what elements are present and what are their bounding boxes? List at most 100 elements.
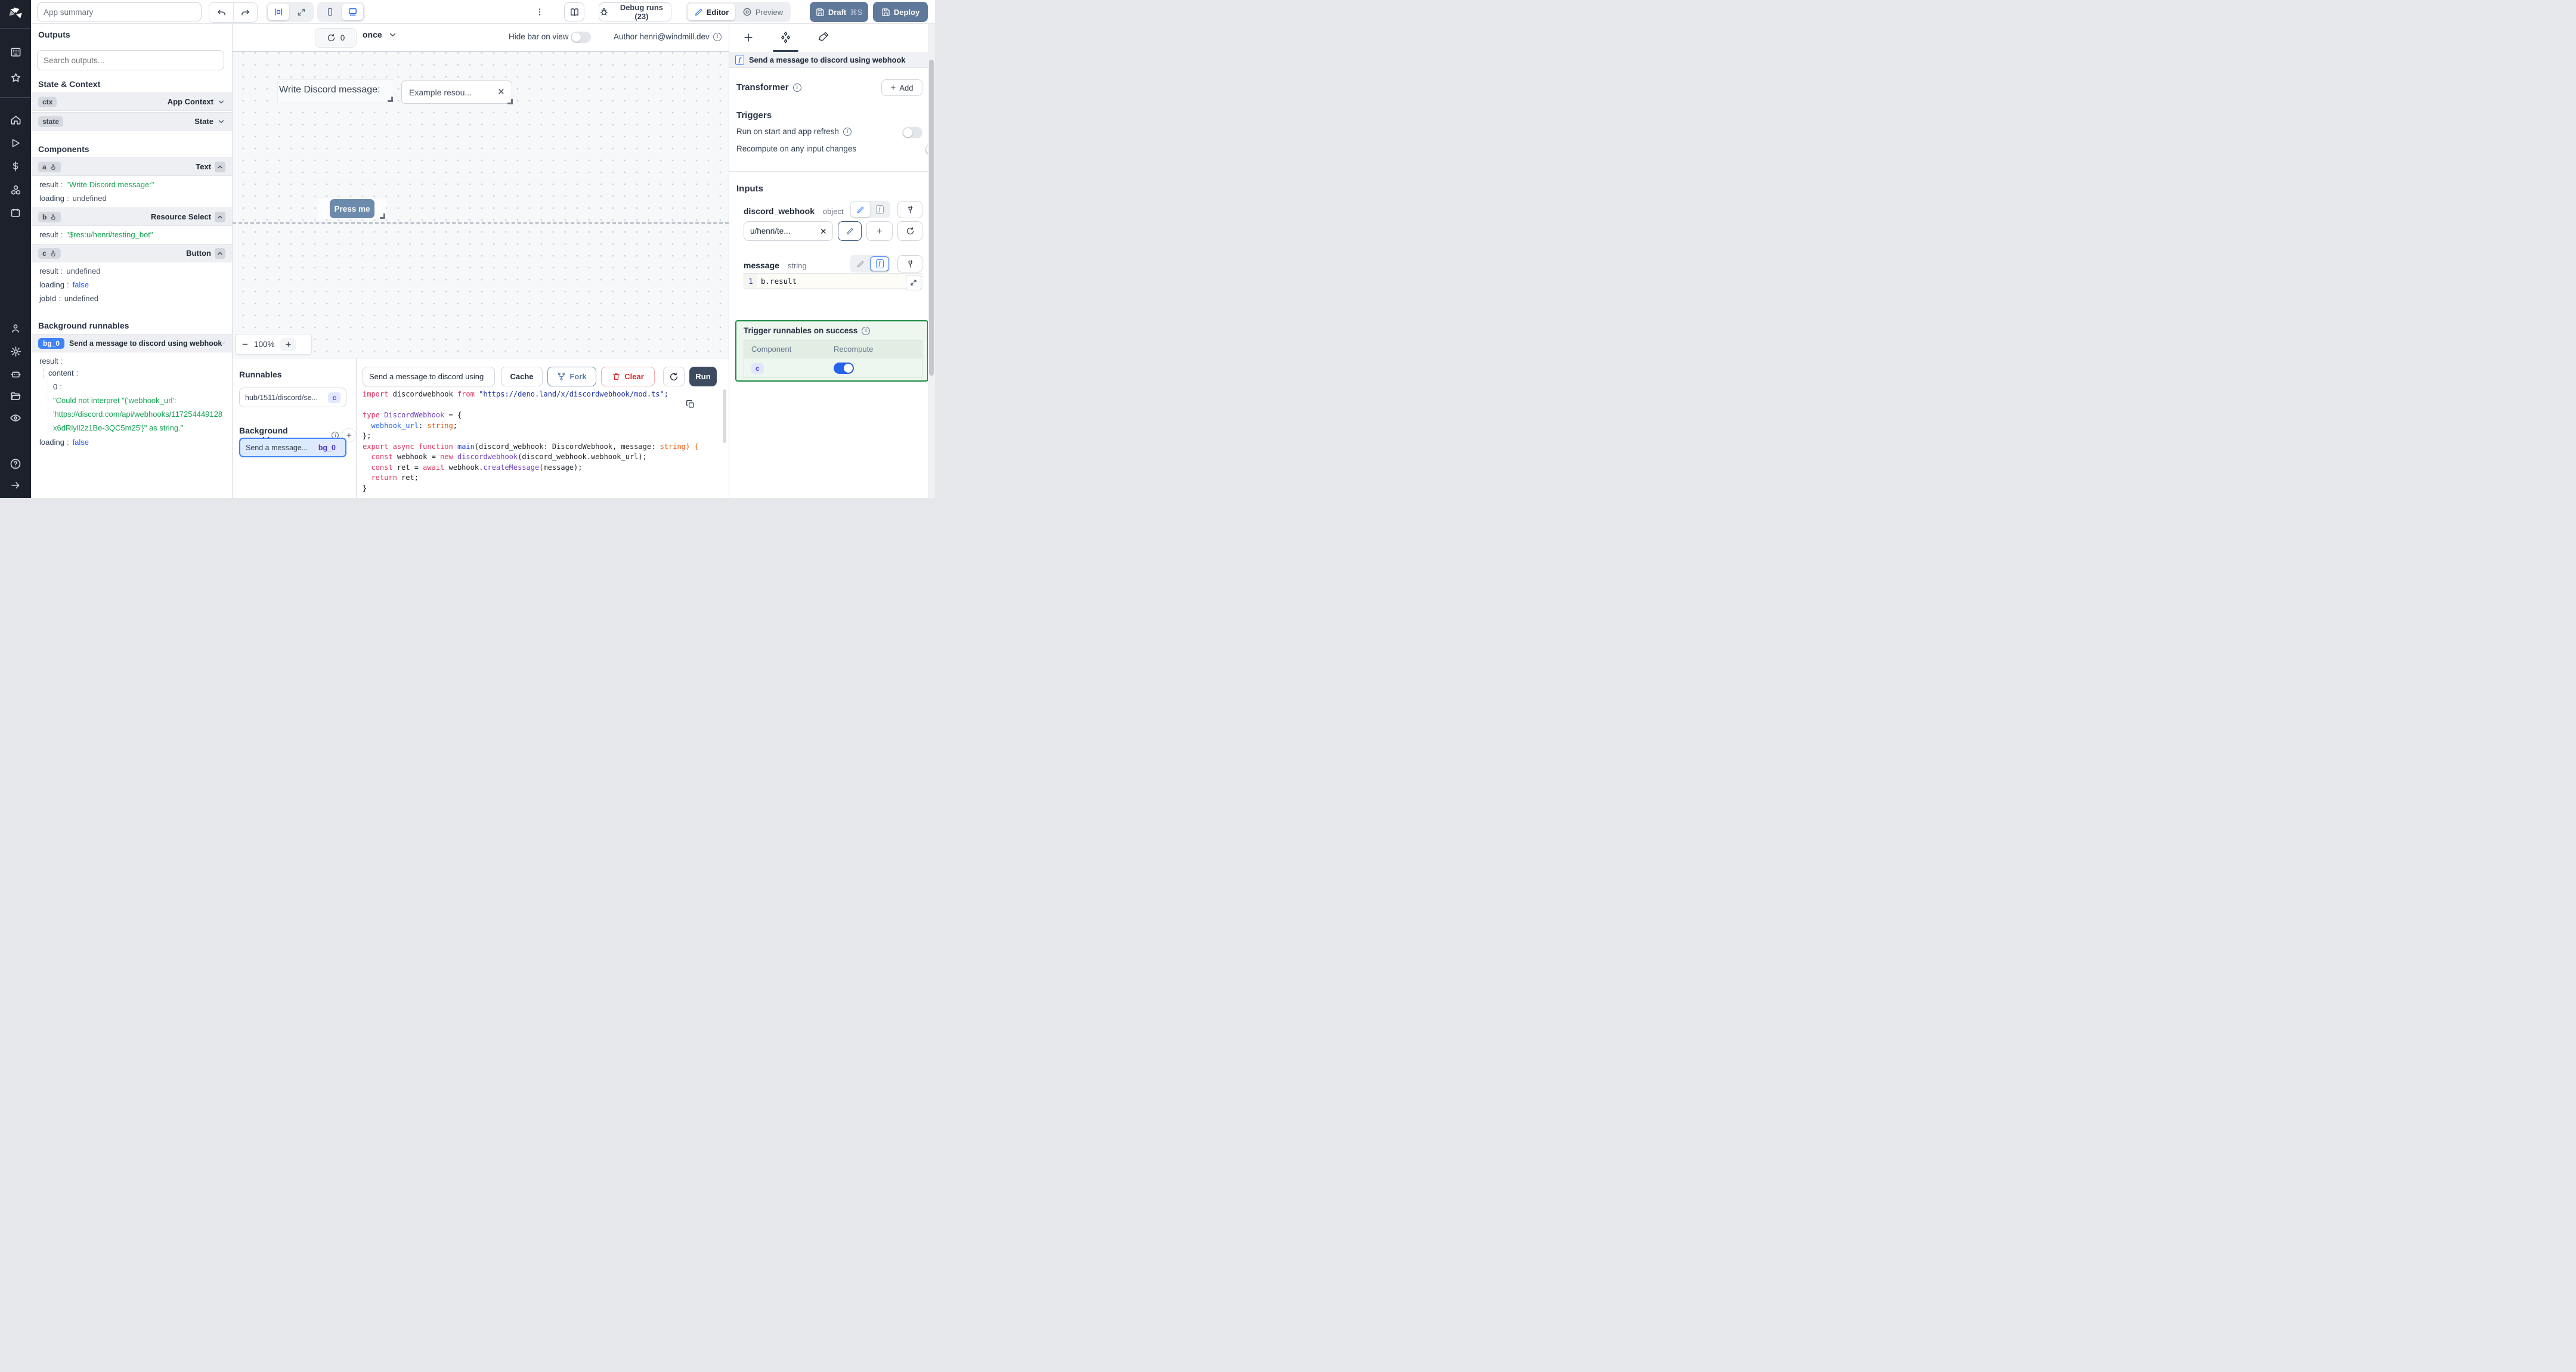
refresh-icon [906, 227, 914, 235]
text-component[interactable]: Write Discord message: [277, 79, 394, 103]
desktop-view-button[interactable] [342, 4, 363, 20]
component-row-b[interactable]: b Resource Select [31, 207, 232, 226]
static-mode-button[interactable] [851, 256, 870, 271]
script-name-input[interactable] [363, 367, 495, 386]
tab-editor[interactable]: Editor [688, 4, 735, 20]
expr-value: b.result [757, 274, 922, 288]
component-row-a[interactable]: a Text [31, 157, 232, 176]
code-scrollbar[interactable] [723, 389, 726, 443]
hide-bar-toggle[interactable] [571, 32, 591, 43]
sidebar-item-users[interactable] [0, 318, 31, 339]
bg-runnable-item-selected[interactable]: Send a message... bg_0 [239, 438, 346, 457]
sidebar-item-resources[interactable] [0, 179, 31, 200]
col-recompute: Recompute [834, 345, 874, 354]
component-row-c[interactable]: c Button [31, 244, 232, 262]
pencil-icon[interactable] [222, 340, 225, 346]
center-layout-button[interactable] [268, 4, 289, 20]
recompute-c-toggle[interactable] [834, 363, 854, 374]
cache-button[interactable]: Cache [501, 367, 543, 386]
sidebar-item-variables[interactable] [0, 156, 31, 176]
clear-resource-icon[interactable]: × [820, 226, 826, 237]
resource-picker[interactable]: u/henri/te... × [744, 221, 833, 241]
tab-insert-component[interactable] [742, 32, 754, 44]
info-icon[interactable]: i [713, 32, 722, 41]
mobile-view-button[interactable] [319, 4, 340, 20]
sidebar-item-workers[interactable] [0, 364, 31, 384]
more-options-button[interactable] [535, 5, 544, 18]
fullscreen-layout-button[interactable] [290, 4, 312, 20]
resize-handle[interactable] [388, 97, 393, 102]
run-button[interactable]: Run [689, 367, 717, 386]
info-icon[interactable]: i [792, 83, 801, 92]
resize-handle[interactable] [380, 213, 385, 219]
runnable-item[interactable]: hub/1511/discord/se... c [239, 388, 346, 407]
eval-mode-button[interactable]: f [870, 256, 889, 271]
expr-editor[interactable]: 1 b.result [744, 273, 922, 289]
refresh-count-button[interactable]: 0 [315, 28, 357, 48]
add-transformer-button[interactable]: + Add [881, 79, 922, 96]
edit-resource-button[interactable] [838, 221, 862, 241]
app-canvas[interactable]: Write Discord message: Example resou... … [233, 52, 729, 358]
desktop-icon [348, 8, 357, 16]
clear-button[interactable]: Clear [601, 367, 655, 386]
resource-select-component[interactable]: Example resou... × [401, 80, 513, 104]
zoom-control: − 100% + [236, 334, 312, 355]
frequency-dropdown[interactable]: once [363, 30, 397, 39]
sidebar-item-settings[interactable] [0, 341, 31, 361]
app-summary-input[interactable] [37, 2, 202, 21]
eval-mode-button[interactable]: f [870, 202, 889, 217]
page-scrollbar[interactable] [928, 24, 935, 498]
search-outputs-input[interactable] [37, 50, 224, 70]
input2-connect-button[interactable] [897, 255, 922, 272]
fork-button[interactable]: Fork [547, 367, 596, 386]
sidebar-item-schedules[interactable] [0, 203, 31, 223]
collapse-a-button[interactable] [215, 161, 225, 172]
zoom-out-button[interactable]: − [242, 339, 248, 351]
run-on-start-toggle[interactable] [902, 127, 922, 138]
draft-button[interactable]: Draft ⌘S [810, 2, 868, 22]
collapse-b-button[interactable] [215, 211, 225, 222]
clear-label: Clear [624, 372, 644, 381]
zoom-in-button[interactable]: + [280, 337, 296, 351]
tab-preview[interactable]: Preview [736, 4, 789, 20]
draft-label: Draft [828, 7, 847, 17]
sidebar-expand-icon[interactable] [0, 475, 31, 495]
debug-runs-button[interactable]: Debug runs (23) [599, 2, 671, 21]
background-runnable-row[interactable]: bg_0 Send a message to discord using web… [31, 334, 232, 352]
info-icon[interactable]: i [862, 326, 871, 335]
press-me-button[interactable]: Press me [330, 199, 374, 218]
refresh-code-button[interactable] [663, 367, 685, 386]
runnable-header: f Send a message to discord using webhoo… [729, 52, 928, 68]
static-mode-button[interactable] [851, 202, 870, 217]
sidebar-item-folders[interactable] [0, 386, 31, 406]
tab-styling[interactable] [818, 31, 829, 43]
expand-editor-button[interactable] [906, 275, 921, 290]
button-component-frame[interactable]: Press me [318, 199, 386, 219]
tab-component-settings[interactable] [779, 31, 792, 44]
sidebar-item-apps[interactable] [0, 42, 31, 62]
sidebar-item-home[interactable] [0, 110, 31, 130]
runnable-badge: c [328, 392, 340, 403]
sidebar-item-runs[interactable] [0, 133, 31, 153]
output-row-ctx[interactable]: ctx App Context [31, 92, 232, 111]
output-row-state[interactable]: state State [31, 112, 232, 131]
scrollbar-thumb[interactable] [929, 60, 934, 376]
clear-selection-icon[interactable]: × [498, 86, 504, 98]
docs-button[interactable] [564, 2, 584, 21]
collapse-c-button[interactable] [215, 247, 225, 259]
resize-handle[interactable] [507, 99, 513, 104]
code-editor[interactable]: import discordwebhook from "https://deno… [363, 389, 723, 494]
add-resource-button[interactable]: + [866, 221, 893, 241]
refresh-resource-button[interactable] [897, 221, 922, 241]
windmill-logo-icon[interactable] [0, 4, 31, 24]
redo-button[interactable] [233, 3, 257, 22]
input1-connect-button[interactable] [897, 201, 922, 218]
sidebar-item-audit-logs[interactable] [0, 408, 31, 428]
undo-button[interactable] [209, 3, 233, 22]
copy-code-button[interactable] [686, 399, 695, 409]
success-table: Component Recompute c [744, 340, 922, 378]
info-icon[interactable]: i [843, 127, 852, 136]
sidebar-item-help[interactable] [0, 454, 31, 474]
deploy-button[interactable]: Deploy [873, 2, 928, 22]
sidebar-item-favorites[interactable] [0, 67, 31, 88]
